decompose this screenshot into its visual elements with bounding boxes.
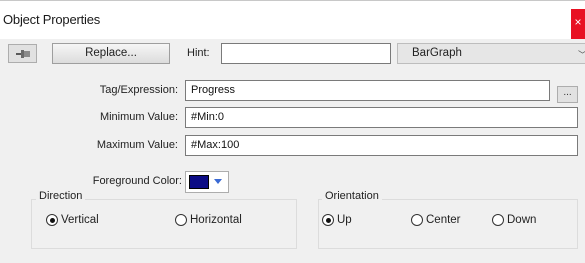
orientation-down-radio[interactable]: Down	[492, 214, 536, 226]
maximum-value-input[interactable]: #Max:100	[185, 135, 578, 156]
direction-vertical-label: Vertical	[61, 214, 99, 226]
radio-unchecked-icon	[175, 214, 187, 226]
hint-label: Hint:	[187, 47, 210, 59]
foreground-color-picker[interactable]	[185, 171, 229, 193]
title-bar: Object Properties ×	[0, 1, 585, 39]
orientation-center-radio[interactable]: Center	[411, 214, 461, 226]
orientation-up-radio[interactable]: Up	[322, 214, 352, 226]
orientation-down-label: Down	[507, 214, 537, 226]
minimum-value-input[interactable]: #Min:0	[185, 107, 578, 128]
close-icon: ×	[574, 15, 582, 29]
minimum-value-label: Minimum Value:	[99, 111, 178, 123]
tag-expression-input[interactable]: Progress	[185, 80, 550, 101]
tag-browse-button[interactable]: ...	[557, 86, 578, 103]
pin-button[interactable]	[8, 44, 37, 63]
radio-checked-icon	[46, 214, 58, 226]
radio-unchecked-icon	[492, 214, 504, 226]
hint-input[interactable]	[221, 43, 391, 64]
close-button[interactable]: ×	[571, 9, 585, 39]
chevron-down-icon[interactable]: ﹀	[578, 48, 585, 61]
orientation-legend: Orientation	[322, 190, 382, 202]
color-swatch	[189, 175, 209, 189]
radio-unchecked-icon	[411, 214, 423, 226]
pin-icon	[15, 49, 30, 58]
direction-horizontal-label: Horizontal	[190, 214, 242, 226]
object-properties-window: Object Properties × Replace... Hint: Bar…	[0, 0, 585, 263]
maximum-value-label: Maximum Value:	[96, 139, 178, 151]
direction-horizontal-radio[interactable]: Horizontal	[175, 214, 242, 226]
properties-panel: Replace... Hint: BarGraph ﹀ Tag/Expressi…	[0, 39, 585, 263]
tag-expression-label: Tag/Expression:	[99, 84, 178, 96]
foreground-color-label: Foreground Color:	[92, 175, 182, 187]
direction-legend: Direction	[36, 190, 86, 202]
direction-vertical-radio[interactable]: Vertical	[46, 214, 99, 226]
window-title: Object Properties	[3, 12, 101, 27]
object-type-display[interactable]: BarGraph	[397, 43, 585, 64]
replace-button[interactable]: Replace...	[52, 43, 170, 64]
orientation-center-label: Center	[426, 214, 461, 226]
radio-checked-icon	[322, 214, 334, 226]
dropdown-arrow-icon	[214, 179, 222, 184]
orientation-up-label: Up	[337, 214, 352, 226]
